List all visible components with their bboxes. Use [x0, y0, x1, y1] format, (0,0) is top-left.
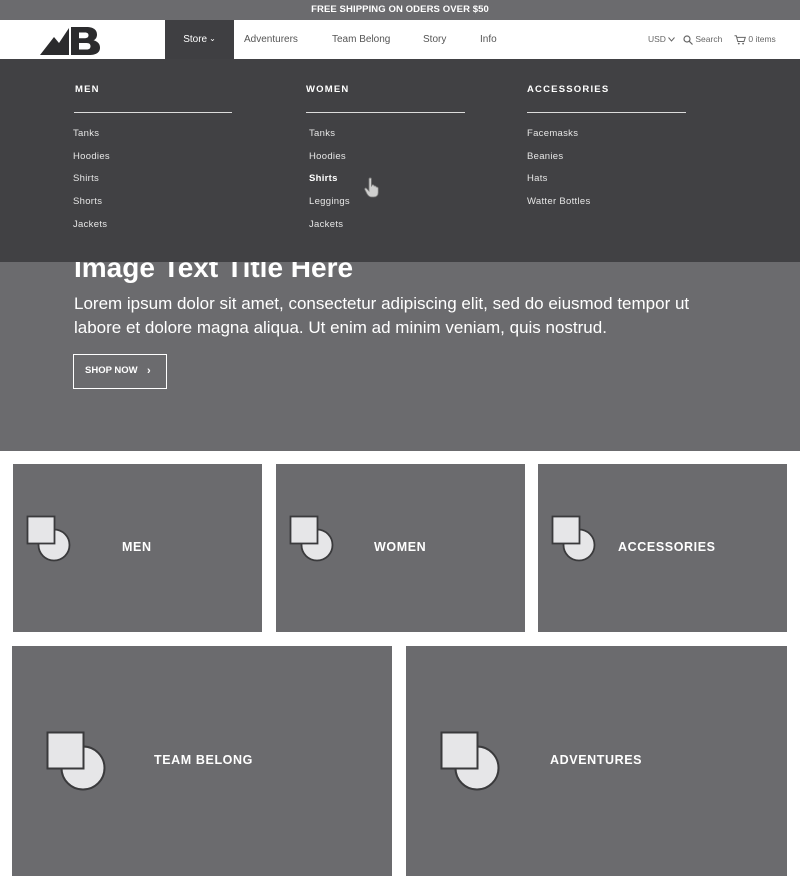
- nav-store-label: Store: [183, 34, 208, 45]
- divider: [74, 112, 232, 113]
- cart-icon: [734, 35, 746, 45]
- menu-link-hats[interactable]: Hats: [527, 173, 548, 184]
- menu-link-men-jackets[interactable]: Jackets: [73, 219, 107, 230]
- shop-now-label: SHOP NOW: [85, 365, 138, 376]
- category-tile-team-belong[interactable]: TEAM BELONG: [12, 646, 392, 876]
- nav-info-label: Info: [480, 34, 497, 45]
- menu-link-women-hoodies[interactable]: Hoodies: [309, 151, 346, 162]
- mountain-b-logo-icon[interactable]: [40, 26, 102, 55]
- category-tile-men[interactable]: MEN: [13, 464, 262, 632]
- site-header: Store ⌄ Adventurers Team Belong Story Inf…: [0, 20, 800, 59]
- nav-story[interactable]: Story: [423, 20, 446, 59]
- search-button[interactable]: Search: [683, 20, 722, 59]
- tile-label: ACCESSORIES: [618, 540, 716, 554]
- image-placeholder-icon: [26, 515, 71, 562]
- menu-link-men-tanks[interactable]: Tanks: [73, 128, 99, 139]
- category-tile-women[interactable]: WOMEN: [276, 464, 525, 632]
- image-placeholder-icon: [46, 731, 106, 791]
- mega-heading-women: WOMEN: [306, 84, 350, 95]
- menu-link-women-tanks[interactable]: Tanks: [309, 128, 335, 139]
- category-tile-accessories[interactable]: ACCESSORIES: [538, 464, 787, 632]
- nav-team-belong-label: Team Belong: [332, 34, 391, 45]
- tile-label: ADVENTURES: [550, 753, 643, 767]
- menu-link-men-shirts[interactable]: Shirts: [73, 173, 99, 184]
- nav-info[interactable]: Info: [480, 20, 497, 59]
- chevron-down-icon: ⌄: [209, 34, 216, 43]
- mega-heading-accessories: ACCESSORIES: [527, 84, 610, 95]
- nav-adventurers-label: Adventurers: [244, 34, 298, 45]
- search-icon: [683, 35, 693, 45]
- menu-link-water-bottles[interactable]: Watter Bottles: [527, 196, 591, 207]
- menu-link-women-shirts[interactable]: Shirts: [309, 173, 338, 184]
- hand-pointer-cursor-icon: [364, 177, 379, 198]
- divider: [527, 112, 686, 113]
- menu-link-beanies[interactable]: Beanies: [527, 151, 563, 162]
- image-placeholder-icon: [440, 731, 500, 791]
- mega-heading-men: MEN: [75, 84, 100, 95]
- menu-link-men-hoodies[interactable]: Hoodies: [73, 151, 110, 162]
- nav-adventurers[interactable]: Adventurers: [244, 20, 298, 59]
- shop-now-button[interactable]: SHOP NOW ›: [73, 354, 167, 389]
- tile-label: TEAM BELONG: [154, 753, 253, 767]
- cart-label: 0 items: [748, 34, 776, 44]
- cart-button[interactable]: 0 items: [734, 20, 776, 59]
- divider: [306, 112, 465, 113]
- promo-text: FREE SHIPPING ON ODERS OVER $50: [311, 4, 489, 15]
- nav-story-label: Story: [423, 34, 447, 45]
- currency-label: USD: [648, 34, 666, 44]
- currency-selector[interactable]: USD: [648, 20, 676, 59]
- chevron-right-icon: ›: [147, 365, 151, 377]
- hero-body-text: Lorem ipsum dolor sit amet, consectetur …: [74, 294, 690, 337]
- category-tile-adventures[interactable]: ADVENTURES: [406, 646, 787, 876]
- tile-label: MEN: [122, 540, 152, 554]
- menu-link-facemasks[interactable]: Facemasks: [527, 128, 578, 139]
- search-label: Search: [695, 34, 723, 44]
- nav-team-belong[interactable]: Team Belong: [332, 20, 390, 59]
- menu-link-men-shorts[interactable]: Shorts: [73, 196, 102, 207]
- nav-store[interactable]: Store ⌄: [165, 20, 234, 59]
- chevron-down-icon: [668, 37, 676, 43]
- store-mega-menu: MEN Tanks Hoodies Shirts Shorts Jackets …: [0, 59, 800, 262]
- menu-link-women-jackets[interactable]: Jackets: [309, 219, 343, 230]
- image-placeholder-icon: [551, 515, 596, 562]
- tile-label: WOMEN: [374, 540, 427, 554]
- image-placeholder-icon: [289, 515, 334, 562]
- promo-banner: FREE SHIPPING ON ODERS OVER $50: [0, 0, 800, 20]
- menu-link-women-leggings[interactable]: Leggings: [309, 196, 350, 207]
